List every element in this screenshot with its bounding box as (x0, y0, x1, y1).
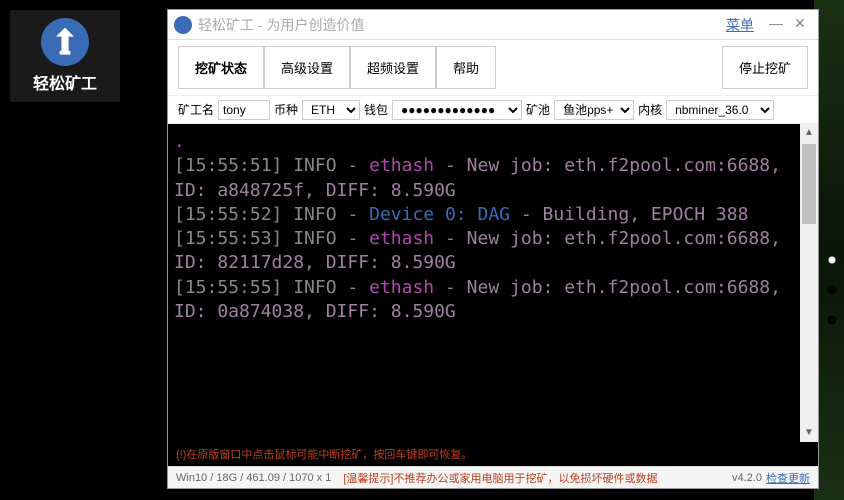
window-title: 轻松矿工 - 为用户创造价值 (198, 15, 726, 35)
console-output: . [15:55:51] INFO - ethash - New job: et… (168, 124, 800, 442)
coin-select[interactable]: ETH (302, 100, 360, 120)
app-window: 轻松矿工 - 为用户创造价值 菜单 — ✕ 挖矿状态 高级设置 超频设置 帮助 … (167, 9, 819, 489)
check-update-link[interactable]: 检查更新 (766, 470, 810, 486)
pool-label: 矿池 (526, 101, 550, 118)
scroll-thumb[interactable] (802, 144, 816, 224)
tab-mining-status[interactable]: 挖矿状态 (178, 46, 264, 89)
desktop-shortcut-easyminer[interactable]: 轻松矿工 (10, 10, 120, 102)
console-scrollbar[interactable]: ▲ ▼ (800, 124, 818, 442)
stop-mining-button[interactable]: 停止挖矿 (722, 46, 808, 89)
toolbar: 挖矿状态 高级设置 超频设置 帮助 停止挖矿 (168, 40, 818, 96)
wallet-select[interactable]: ●●●●●●●●●●●●● (392, 100, 522, 120)
version-label: v4.2.0 (732, 472, 762, 484)
coin-label: 币种 (274, 101, 298, 118)
kernel-label: 内核 (638, 101, 662, 118)
config-bar: 矿工名 币种 ETH 钱包 ●●●●●●●●●●●●● 矿池 鱼池pps+ 内核… (168, 96, 818, 124)
tab-advanced[interactable]: 高级设置 (264, 46, 350, 89)
scroll-down-icon[interactable]: ▼ (800, 424, 818, 442)
kernel-select[interactable]: nbminer_36.0 (666, 100, 774, 120)
tab-overclock[interactable]: 超频设置 (350, 46, 436, 89)
miner-name-input[interactable] (218, 100, 270, 120)
statusbar: Win10 / 18G / 461.09 / 1070 x 1 [温馨提示]不推… (168, 466, 818, 488)
scroll-up-icon[interactable]: ▲ (800, 124, 818, 142)
desktop-shortcut-label: 轻松矿工 (14, 70, 116, 94)
tab-help[interactable]: 帮助 (436, 46, 496, 89)
system-info: Win10 / 18G / 461.09 / 1070 x 1 (176, 472, 331, 484)
console-warning: (!)在原版窗口中点击鼠标可能中断挖矿，按回车键即可恢复。 (168, 442, 818, 466)
menu-button[interactable]: 菜单 (726, 15, 754, 35)
wallet-label: 钱包 (364, 101, 388, 118)
console-area: . [15:55:51] INFO - ethash - New job: et… (168, 124, 818, 442)
titlebar: 轻松矿工 - 为用户创造价值 菜单 — ✕ (168, 10, 818, 40)
close-button[interactable]: ✕ (788, 15, 812, 35)
minimize-button[interactable]: — (764, 15, 788, 35)
easyminer-icon (41, 18, 89, 66)
status-tip: [温馨提示]不推荐办公或家用电脑用于挖矿，以免损坏硬件或数据 (343, 470, 657, 486)
pool-select[interactable]: 鱼池pps+ (554, 100, 634, 120)
app-logo-icon (174, 16, 192, 34)
miner-name-label: 矿工名 (178, 101, 214, 118)
